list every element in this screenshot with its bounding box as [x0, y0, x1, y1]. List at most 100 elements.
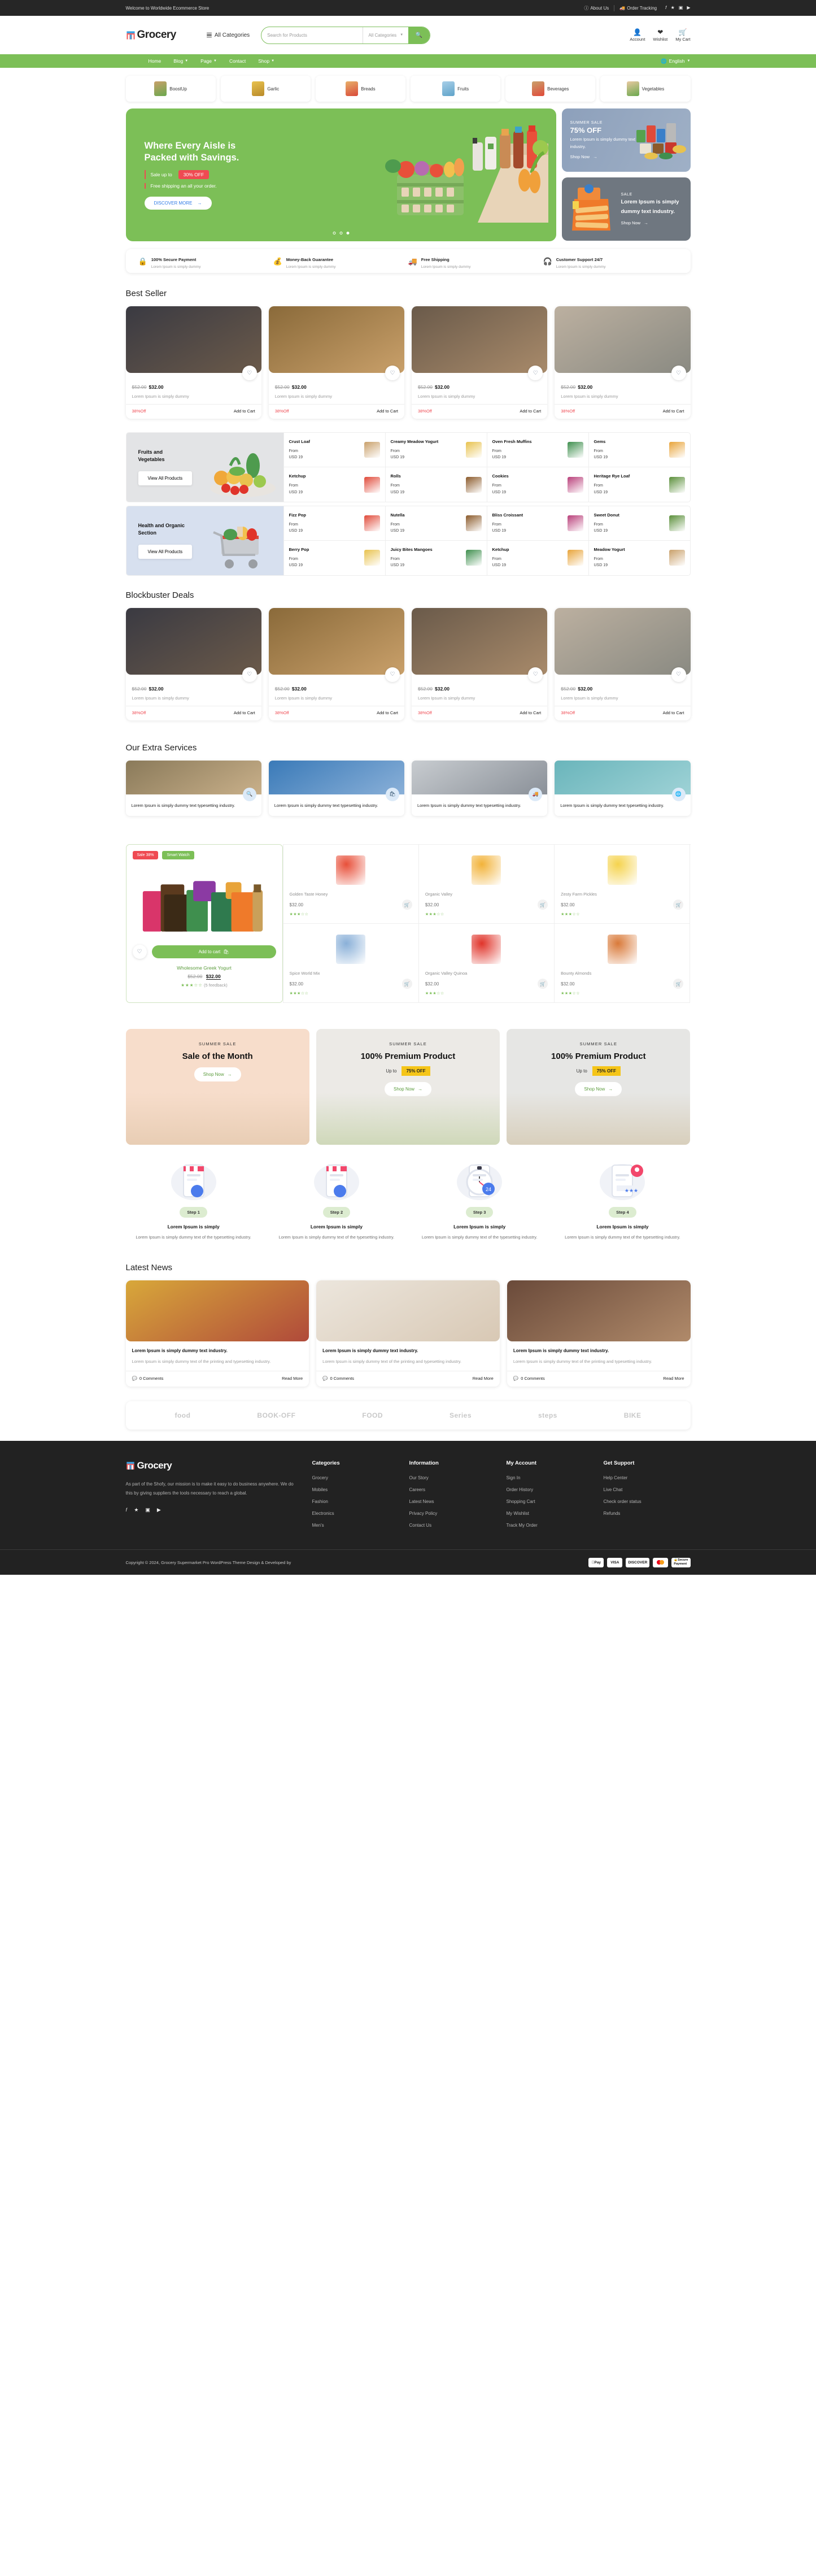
product-card[interactable]: ♡ $52.00 $32.00 Lorem Ipsum is simply dum… — [125, 306, 261, 419]
category-product-cell[interactable]: Oven Fresh Muffins From USD 19 — [487, 433, 588, 468]
category-product-cell[interactable]: Cookies From USD 19 — [487, 467, 588, 501]
add-to-cart-button[interactable]: Add to cart 🛍 — [151, 945, 276, 959]
category-product-cell[interactable]: Nutella From USD 19 — [385, 506, 487, 541]
footer-link[interactable]: Our Story — [409, 1475, 496, 1480]
brand-logo[interactable]: FOOD — [362, 1411, 383, 1419]
wishlist-icon[interactable]: ♡ — [385, 667, 400, 682]
search-input[interactable] — [261, 27, 363, 44]
view-all-products-button[interactable]: View All Products — [138, 471, 193, 486]
category-product-cell[interactable]: Rolls From USD 19 — [386, 467, 487, 501]
add-to-cart-icon[interactable]: 🛒 — [673, 979, 684, 989]
deal-grid-item[interactable]: Organic Valley $32.00 🛒 ★★★☆☆ — [418, 845, 555, 924]
add-to-cart-icon[interactable]: 🛒 — [402, 900, 412, 910]
hero-banner[interactable]: Where Every Aisle is Packed with Savings… — [125, 108, 556, 241]
search-button[interactable]: 🔍 — [408, 27, 430, 44]
footer-link[interactable]: Shopping Cart — [507, 1499, 594, 1504]
order-tracking-link[interactable]: 🚚 Order Tracking — [619, 6, 657, 11]
add-to-cart-icon[interactable]: 🛒 — [538, 900, 548, 910]
read-more-link[interactable]: Read More — [663, 1376, 684, 1381]
wishlist-icon[interactable]: ♡ — [132, 945, 147, 959]
footer-link[interactable]: Check order status — [604, 1499, 691, 1504]
wishlist-icon[interactable]: ♡ — [671, 667, 686, 682]
category-product-cell[interactable]: Ketchup From USD 19 — [284, 467, 385, 501]
add-to-cart-button[interactable]: Add to Cart — [377, 710, 398, 715]
service-card[interactable]: 🔍 Lorem Ipsum is simply dummy text types… — [125, 760, 261, 816]
wishlist-button[interactable]: ❤ Wishlist — [653, 29, 667, 42]
side-banner-summer-sale[interactable]: SUMMER SALE 75% OFF Lorem Ipsum is simpl… — [561, 108, 691, 172]
brand-logo[interactable]: steps — [538, 1411, 557, 1419]
footer-link[interactable]: Order History — [507, 1487, 594, 1492]
deal-grid-item[interactable]: Zesty Farm Pickles $32.00 🛒 ★★★☆☆ — [555, 845, 691, 924]
search-category-select[interactable]: All Categories ▼ — [363, 27, 408, 44]
twitter-icon[interactable]: ★ — [671, 5, 675, 11]
category-product-cell[interactable]: Juicy Bites Mangoes From USD 19 — [386, 541, 487, 575]
footer-link[interactable]: Sign In — [507, 1475, 594, 1480]
product-card[interactable]: ♡ $52.00 $32.00 Lorem Ipsum is simply dum… — [555, 306, 691, 419]
footer-link[interactable]: Live Chat — [604, 1487, 691, 1492]
footer-link[interactable]: Men's — [312, 1523, 399, 1528]
add-to-cart-icon[interactable]: 🛒 — [538, 979, 548, 989]
news-card[interactable]: Lorem Ipsum is simply dummy text industr… — [316, 1280, 500, 1387]
footer-link[interactable]: Privacy Policy — [409, 1511, 496, 1516]
footer-link[interactable]: Help Center — [604, 1475, 691, 1480]
wishlist-icon[interactable]: ♡ — [242, 366, 257, 380]
product-card[interactable]: ♡ $52.00 $32.00 Lorem Ipsum is simply dum… — [268, 607, 404, 720]
carousel-dot-active[interactable] — [346, 232, 349, 234]
deal-product-card[interactable]: Sale 38% Smart Watch ♡ Add to cart 🛍 Who… — [125, 844, 283, 1004]
category-product-cell[interactable]: Sweet Donut From USD 19 — [588, 506, 690, 541]
footer-link[interactable]: Track My Order — [507, 1523, 594, 1528]
twitter-icon[interactable]: ★ — [134, 1507, 138, 1513]
product-card[interactable]: ♡ $52.00 $32.00 Lorem Ipsum is simply dum… — [412, 306, 548, 419]
product-card[interactable]: ♡ $52.00 $32.00 Lorem Ipsum is simply dum… — [412, 607, 548, 720]
add-to-cart-icon[interactable]: 🛒 — [673, 900, 684, 910]
category-product-cell[interactable]: Ketchup From USD 19 — [487, 541, 588, 575]
footer-link[interactable]: Latest News — [409, 1499, 496, 1504]
footer-link[interactable]: Mobiles — [312, 1487, 399, 1492]
facebook-icon[interactable]: 𝑓 — [126, 1507, 128, 1513]
category-card-vegetables[interactable]: Vegetables — [600, 76, 691, 102]
brand-logo[interactable]: BOOK-OFF — [257, 1411, 295, 1419]
all-categories-button[interactable]: All Categories — [206, 32, 250, 38]
category-product-cell[interactable]: Meadow Yogurt From USD 19 — [589, 541, 690, 575]
category-product-cell[interactable]: Fizz Pop From USD 19 — [283, 506, 385, 541]
footer-link[interactable]: Fashion — [312, 1499, 399, 1504]
footer-link[interactable]: Refunds — [604, 1511, 691, 1516]
category-card-fruits[interactable]: Fruits — [411, 76, 501, 102]
category-card-garlic[interactable]: Garlic — [220, 76, 311, 102]
deal-grid-item[interactable]: Organic Valley Quinoa $32.00 🛒 ★★★☆☆ — [418, 924, 555, 1004]
category-block-banner[interactable]: Fruits and Vegetables View All Products — [126, 433, 283, 502]
category-block-banner[interactable]: Health and Organic Section View All Prod… — [126, 506, 283, 575]
add-to-cart-button[interactable]: Add to Cart — [377, 409, 398, 414]
nav-item-shop[interactable]: Shop ▼ — [258, 58, 274, 64]
youtube-icon[interactable]: ▶ — [687, 5, 690, 11]
news-card[interactable]: Lorem Ipsum is simply dummy text industr… — [125, 1280, 309, 1387]
category-card-beverages[interactable]: Beverages — [505, 76, 596, 102]
side-banner-sale[interactable]: SALE Lorem Ipsum is simply dummy text in… — [561, 177, 691, 241]
footer-link[interactable]: Electronics — [312, 1511, 399, 1516]
view-all-products-button[interactable]: View All Products — [138, 545, 193, 559]
read-more-link[interactable]: Read More — [282, 1376, 303, 1381]
wishlist-icon[interactable]: ♡ — [528, 667, 543, 682]
add-to-cart-button[interactable]: Add to Cart — [234, 710, 255, 715]
deal-grid-item[interactable]: Golden Taste Honey $32.00 🛒 ★★★☆☆ — [283, 845, 419, 924]
summer-sale-banner[interactable]: SUMMER SALE 100% Premium Product Up to 75… — [507, 1029, 691, 1145]
product-card[interactable]: ♡ $52.00 $32.00 Lorem Ipsum is simply dum… — [125, 607, 261, 720]
deal-grid-item[interactable]: Bounty Almonds $32.00 🛒 ★★★☆☆ — [555, 924, 691, 1004]
deal-grid-item[interactable]: Spice World Mix $32.00 🛒 ★★★☆☆ — [283, 924, 419, 1004]
add-to-cart-button[interactable]: Add to Cart — [663, 710, 684, 715]
summer-sale-banner[interactable]: SUMMER SALE Sale of the Month Shop Now → — [125, 1029, 309, 1145]
category-card-boostup[interactable]: BoostUp — [125, 76, 216, 102]
service-card[interactable]: 🌐 Lorem Ipsum is simply dummy text types… — [555, 760, 691, 816]
about-us-link[interactable]: ⓘ About Us — [584, 5, 609, 11]
add-to-cart-button[interactable]: Add to Cart — [663, 409, 684, 414]
category-product-cell[interactable]: Gems From USD 19 — [588, 433, 690, 468]
footer-link[interactable]: Careers — [409, 1487, 496, 1492]
youtube-icon[interactable]: ▶ — [157, 1507, 161, 1513]
footer-link[interactable]: My Wishlist — [507, 1511, 594, 1516]
brand-logo[interactable]: food — [174, 1411, 190, 1419]
nav-item-blog[interactable]: Blog ▼ — [173, 58, 188, 64]
wishlist-icon[interactable]: ♡ — [671, 366, 686, 380]
carousel-dot[interactable] — [339, 232, 342, 234]
footer-link[interactable]: Contact Us — [409, 1523, 496, 1528]
brand-logo[interactable]: Series — [450, 1411, 472, 1419]
